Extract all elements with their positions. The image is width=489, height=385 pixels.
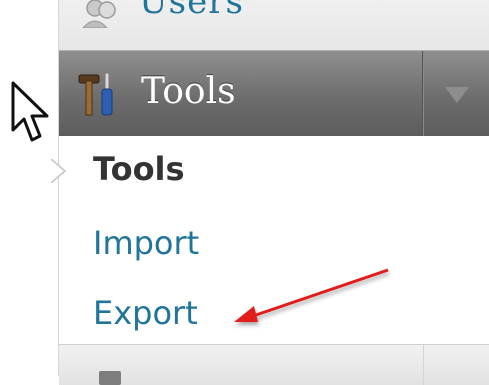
menu-item-next[interactable]	[59, 344, 489, 385]
submenu-item-import[interactable]: Import	[93, 224, 199, 262]
triangle-down-icon	[445, 87, 469, 103]
menu-item-tools-label[interactable]: Tools	[141, 71, 236, 112]
users-icon	[82, 0, 116, 28]
mouse-pointer-icon	[11, 81, 49, 142]
current-indicator-icon	[51, 159, 67, 183]
toggle-separator	[423, 345, 424, 385]
submenu-item-export[interactable]: Export	[93, 294, 198, 332]
red-arrow-icon	[234, 268, 389, 322]
submenu-toggle-button[interactable]	[424, 51, 489, 137]
menu-item-users-label[interactable]: Users	[139, 0, 244, 22]
menu-item-tools[interactable]: Tools	[59, 50, 489, 138]
tools-icon	[78, 72, 113, 116]
submenu-item-tools[interactable]: Tools	[93, 150, 185, 188]
menu-item-users[interactable]: Users	[59, 0, 489, 51]
settings-icon	[99, 371, 121, 385]
